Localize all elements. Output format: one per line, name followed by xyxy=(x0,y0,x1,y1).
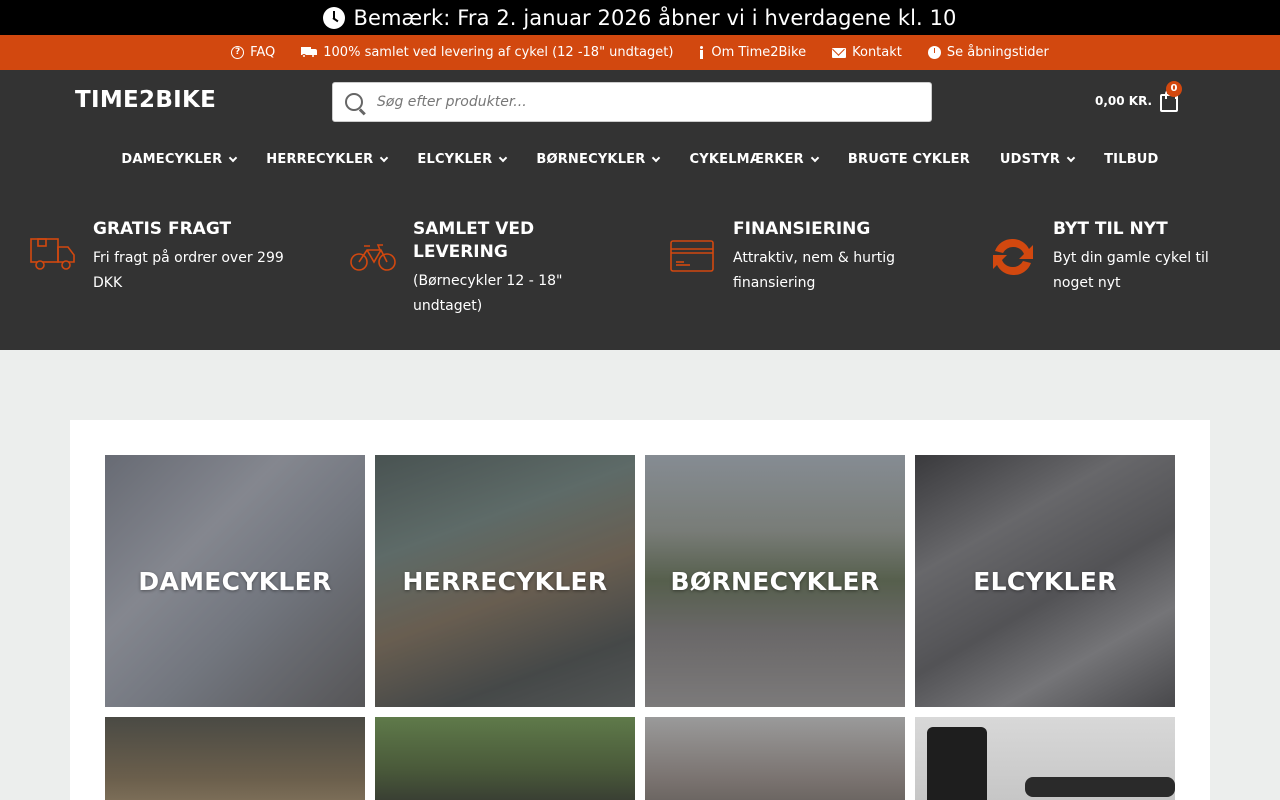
category-image xyxy=(105,717,365,800)
feature-desc: Fri fragt på ordrer over 299 DKK xyxy=(93,250,284,291)
nav-item-udstyr[interactable]: UDSTYR xyxy=(999,152,1076,167)
features-band: GRATIS FRAGT Fri fragt på ordrer over 29… xyxy=(0,190,1280,350)
feature-desc: (Børnecykler 12 - 18" undtaget) xyxy=(413,273,563,314)
category-tile-row2-4[interactable] xyxy=(915,717,1175,800)
chevron-down-icon xyxy=(499,153,508,162)
envelope-icon xyxy=(832,47,847,58)
truck-icon xyxy=(301,47,318,58)
notice-bar: Bemærk: Fra 2. januar 2026 åbner vi i hv… xyxy=(0,0,1280,35)
category-tile-bornecykler[interactable]: BØRNECYKLER xyxy=(645,455,905,707)
nav-item-tilbud[interactable]: TILBUD xyxy=(1104,152,1158,167)
category-label: ELCYKLER xyxy=(973,566,1117,596)
category-tile-damecykler[interactable]: DAMECYKLER xyxy=(105,455,365,707)
about-label: Om Time2Bike xyxy=(711,45,807,60)
clock-icon xyxy=(927,46,941,59)
info-icon xyxy=(699,46,705,59)
search-bar xyxy=(332,82,932,122)
site-logo[interactable]: TIME2BIKE xyxy=(75,87,216,113)
nav-label: TILBUD xyxy=(1104,152,1159,167)
feature-title: GRATIS FRAGT xyxy=(93,219,232,239)
chevron-down-icon xyxy=(229,153,238,162)
assembled-delivery-link[interactable]: 100% samlet ved levering af cykel (12 -1… xyxy=(301,45,673,60)
info-bar: ? FAQ 100% samlet ved levering af cykel … xyxy=(0,35,1280,70)
cart-count-badge: 0 xyxy=(1166,81,1182,97)
feature-title: SAMLET VED LEVERING xyxy=(413,219,535,262)
search-input[interactable] xyxy=(377,94,917,110)
refresh-icon xyxy=(993,238,1033,276)
opening-hours-link[interactable]: Se åbningstider xyxy=(927,45,1049,60)
chevron-down-icon xyxy=(810,153,820,162)
chevron-down-icon xyxy=(380,153,389,162)
chevron-down-icon xyxy=(1066,153,1076,162)
category-image xyxy=(375,717,635,800)
main-nav: DAMECYKLER HERRECYKLER ELCYKLER BØRNECYK… xyxy=(0,152,1280,167)
feature-desc: Attraktiv, nem & hurtig finansiering xyxy=(733,250,896,291)
notice-text: Bemærk: Fra 2. januar 2026 åbner vi i hv… xyxy=(353,5,957,30)
nav-label: BRUGTE CYKLER xyxy=(847,152,970,167)
search-icon[interactable] xyxy=(345,93,363,111)
category-image xyxy=(645,717,905,800)
category-tile-row2-1[interactable] xyxy=(105,717,365,800)
nav-label: DAMECYKLER xyxy=(121,152,223,167)
cart-button[interactable]: 0,00 KR. xyxy=(1095,89,1179,112)
faq-label: FAQ xyxy=(250,45,276,60)
credit-card-icon xyxy=(670,240,714,272)
bicycle-icon xyxy=(350,244,396,271)
nav-item-herrecykler[interactable]: HERRECYKLER xyxy=(266,152,389,167)
category-label: HERRECYKLER xyxy=(402,566,608,596)
about-link[interactable]: Om Time2Bike xyxy=(699,45,806,60)
contact-link[interactable]: Kontakt xyxy=(832,45,902,60)
opening-hours-label: Se åbningstider xyxy=(946,45,1049,60)
nav-item-elcykler[interactable]: ELCYKLER xyxy=(417,152,508,167)
nav-label: CYKELMÆRKER xyxy=(689,152,804,167)
assembled-delivery-label: 100% samlet ved levering af cykel (12 -1… xyxy=(323,45,674,60)
nav-label: UDSTYR xyxy=(999,152,1061,167)
feature-desc: Byt din gamle cykel til noget nyt xyxy=(1053,250,1209,291)
site-header: TIME2BIKE 0,00 KR. 0 DAMECYKLER HERRECYK… xyxy=(0,70,1280,190)
nav-item-bornecykler[interactable]: BØRNECYKLER xyxy=(536,152,661,167)
cart-amount: 0,00 KR. xyxy=(1095,94,1153,108)
category-tile-row2-2[interactable] xyxy=(375,717,635,800)
product-image xyxy=(1025,777,1175,797)
category-label: BØRNECYKLER xyxy=(670,566,880,596)
contact-label: Kontakt xyxy=(852,45,902,60)
category-section: DAMECYKLER HERRECYKLER BØRNECYKLER ELCYK… xyxy=(70,420,1210,800)
product-image xyxy=(927,727,987,800)
category-label: DAMECYKLER xyxy=(138,566,332,596)
category-tile-elcykler[interactable]: ELCYKLER xyxy=(915,455,1175,707)
chevron-down-icon xyxy=(652,153,661,162)
nav-item-brugte-cykler[interactable]: BRUGTE CYKLER xyxy=(848,152,970,167)
nav-label: ELCYKLER xyxy=(417,152,493,167)
delivery-truck-icon xyxy=(30,238,75,270)
nav-item-damecykler[interactable]: DAMECYKLER xyxy=(121,152,238,167)
feature-title: FINANSIERING xyxy=(733,219,871,239)
question-circle-icon: ? xyxy=(231,46,245,59)
nav-label: HERRECYKLER xyxy=(266,152,374,167)
nav-item-cykelmaerker[interactable]: CYKELMÆRKER xyxy=(689,152,820,167)
clock-icon xyxy=(323,6,346,29)
feature-title: BYT TIL NYT xyxy=(1053,219,1168,239)
faq-link[interactable]: ? FAQ xyxy=(231,45,275,60)
nav-label: BØRNECYKLER xyxy=(536,152,646,167)
category-tile-row2-3[interactable] xyxy=(645,717,905,800)
category-tile-herrecykler[interactable]: HERRECYKLER xyxy=(375,455,635,707)
